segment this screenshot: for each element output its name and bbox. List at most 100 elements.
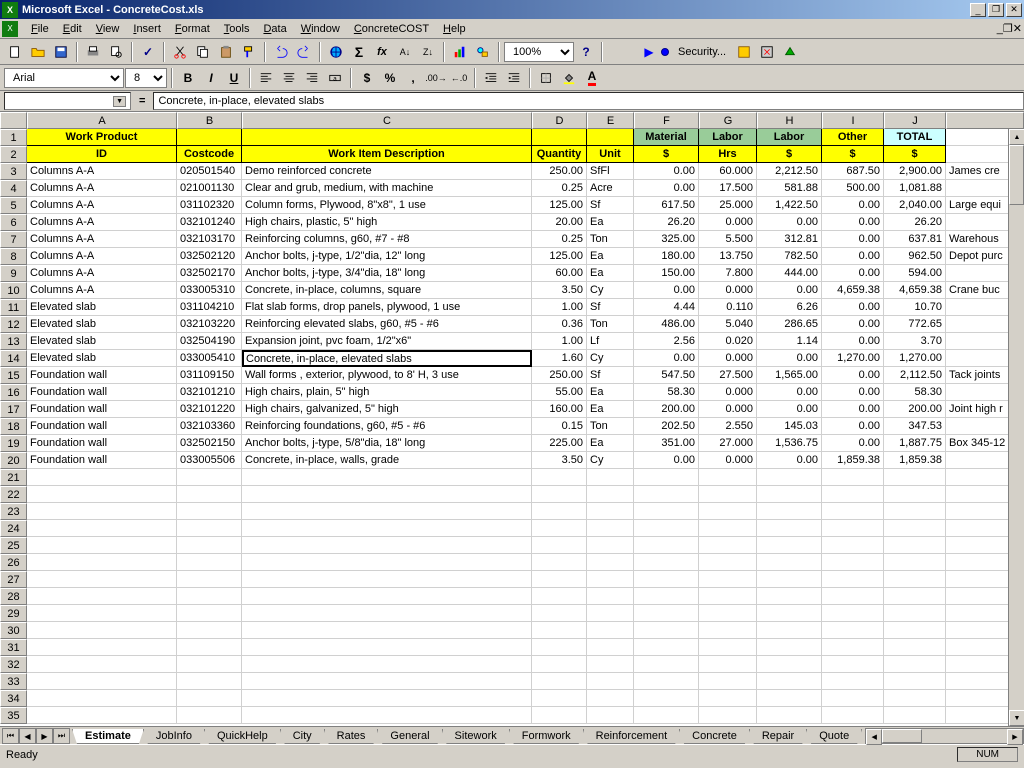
- cell-A35[interactable]: [27, 707, 177, 724]
- control-toolbox-button[interactable]: [756, 41, 778, 63]
- horizontal-scroll-thumb[interactable]: [882, 729, 922, 743]
- increase-decimal-button[interactable]: .00→: [425, 67, 447, 89]
- cell-G31[interactable]: [699, 639, 757, 656]
- cell-E14[interactable]: Cy: [587, 350, 634, 367]
- cell-B28[interactable]: [177, 588, 242, 605]
- cell-J25[interactable]: [884, 537, 946, 554]
- row-header-24[interactable]: 24: [0, 520, 27, 537]
- cell-I2[interactable]: $: [822, 146, 884, 163]
- cell-F3[interactable]: 0.00: [634, 163, 699, 180]
- cell-J29[interactable]: [884, 605, 946, 622]
- cell-B16[interactable]: 032101210: [177, 384, 242, 401]
- cell-F21[interactable]: [634, 469, 699, 486]
- cell-G10[interactable]: 0.000: [699, 282, 757, 299]
- cell-H26[interactable]: [757, 554, 822, 571]
- cell-G16[interactable]: 0.000: [699, 384, 757, 401]
- row-header-1[interactable]: 1: [0, 129, 27, 146]
- row-header-3[interactable]: 3: [0, 163, 27, 180]
- cell-B5[interactable]: 031102320: [177, 197, 242, 214]
- format-painter-button[interactable]: [238, 41, 260, 63]
- cell-D15[interactable]: 250.00: [532, 367, 587, 384]
- cell-E3[interactable]: SfFl: [587, 163, 634, 180]
- cell-C33[interactable]: [242, 673, 532, 690]
- cell-B17[interactable]: 032101220: [177, 401, 242, 418]
- cell-I34[interactable]: [822, 690, 884, 707]
- row-header-25[interactable]: 25: [0, 537, 27, 554]
- cell-E31[interactable]: [587, 639, 634, 656]
- menu-format[interactable]: Format: [168, 21, 217, 37]
- cell-C14[interactable]: Concrete, in-place, elevated slabs: [242, 350, 532, 367]
- cell-I29[interactable]: [822, 605, 884, 622]
- cell-J11[interactable]: 10.70: [884, 299, 946, 316]
- cell-E12[interactable]: Ton: [587, 316, 634, 333]
- sheet-tab-quote[interactable]: Quote: [806, 729, 862, 744]
- cell-B9[interactable]: 032502170: [177, 265, 242, 282]
- underline-button[interactable]: U: [223, 67, 245, 89]
- cell-A15[interactable]: Foundation wall: [27, 367, 177, 384]
- sheet-tab-reinforcement[interactable]: Reinforcement: [583, 729, 681, 744]
- cell-I30[interactable]: [822, 622, 884, 639]
- cell-J12[interactable]: 772.65: [884, 316, 946, 333]
- cell-G13[interactable]: 0.020: [699, 333, 757, 350]
- column-header-G[interactable]: G: [699, 112, 757, 129]
- cell-G12[interactable]: 5.040: [699, 316, 757, 333]
- cell-G35[interactable]: [699, 707, 757, 724]
- cell-J18[interactable]: 347.53: [884, 418, 946, 435]
- cell-E33[interactable]: [587, 673, 634, 690]
- row-header-6[interactable]: 6: [0, 214, 27, 231]
- cell-G3[interactable]: 60.000: [699, 163, 757, 180]
- row-header-23[interactable]: 23: [0, 503, 27, 520]
- cell-J5[interactable]: 2,040.00: [884, 197, 946, 214]
- cell-E30[interactable]: [587, 622, 634, 639]
- cell-H11[interactable]: 6.26: [757, 299, 822, 316]
- cell-H12[interactable]: 286.65: [757, 316, 822, 333]
- cell-G30[interactable]: [699, 622, 757, 639]
- cell-I20[interactable]: 1,859.38: [822, 452, 884, 469]
- cell-E29[interactable]: [587, 605, 634, 622]
- cell-J16[interactable]: 58.30: [884, 384, 946, 401]
- cell-H13[interactable]: 1.14: [757, 333, 822, 350]
- new-button[interactable]: [4, 41, 26, 63]
- bold-button[interactable]: B: [177, 67, 199, 89]
- cell-A19[interactable]: Foundation wall: [27, 435, 177, 452]
- cell-H9[interactable]: 444.00: [757, 265, 822, 282]
- cell-I6[interactable]: 0.00: [822, 214, 884, 231]
- cell-I8[interactable]: 0.00: [822, 248, 884, 265]
- row-header-14[interactable]: 14: [0, 350, 27, 367]
- font-name-combo[interactable]: Arial: [4, 68, 124, 88]
- cell-A12[interactable]: Elevated slab: [27, 316, 177, 333]
- merge-center-button[interactable]: a: [324, 67, 346, 89]
- cell-D24[interactable]: [532, 520, 587, 537]
- cell-G23[interactable]: [699, 503, 757, 520]
- cell-C26[interactable]: [242, 554, 532, 571]
- row-header-33[interactable]: 33: [0, 673, 27, 690]
- row-header-8[interactable]: 8: [0, 248, 27, 265]
- horizontal-scrollbar[interactable]: ◀ ▶: [865, 728, 1024, 744]
- cell-H15[interactable]: 1,565.00: [757, 367, 822, 384]
- cell-B21[interactable]: [177, 469, 242, 486]
- cell-F28[interactable]: [634, 588, 699, 605]
- cell-J15[interactable]: 2,112.50: [884, 367, 946, 384]
- cell-I23[interactable]: [822, 503, 884, 520]
- cell-I16[interactable]: 0.00: [822, 384, 884, 401]
- cell-F32[interactable]: [634, 656, 699, 673]
- cell-E18[interactable]: Ton: [587, 418, 634, 435]
- cell-H28[interactable]: [757, 588, 822, 605]
- cell-F31[interactable]: [634, 639, 699, 656]
- cell-I12[interactable]: 0.00: [822, 316, 884, 333]
- cell-A6[interactable]: Columns A-A: [27, 214, 177, 231]
- cell-D9[interactable]: 60.00: [532, 265, 587, 282]
- cell-H2[interactable]: $: [757, 146, 822, 163]
- paste-button[interactable]: [215, 41, 237, 63]
- sheet-tab-city[interactable]: City: [280, 729, 325, 744]
- cell-C5[interactable]: Column forms, Plywood, 8"x8", 1 use: [242, 197, 532, 214]
- cell-F34[interactable]: [634, 690, 699, 707]
- cell-A17[interactable]: Foundation wall: [27, 401, 177, 418]
- cell-D29[interactable]: [532, 605, 587, 622]
- cell-C8[interactable]: Anchor bolts, j-type, 1/2"dia, 12" long: [242, 248, 532, 265]
- cell-A33[interactable]: [27, 673, 177, 690]
- sort-desc-button[interactable]: Z↓: [417, 41, 439, 63]
- cell-G22[interactable]: [699, 486, 757, 503]
- row-header-15[interactable]: 15: [0, 367, 27, 384]
- cell-B18[interactable]: 032103360: [177, 418, 242, 435]
